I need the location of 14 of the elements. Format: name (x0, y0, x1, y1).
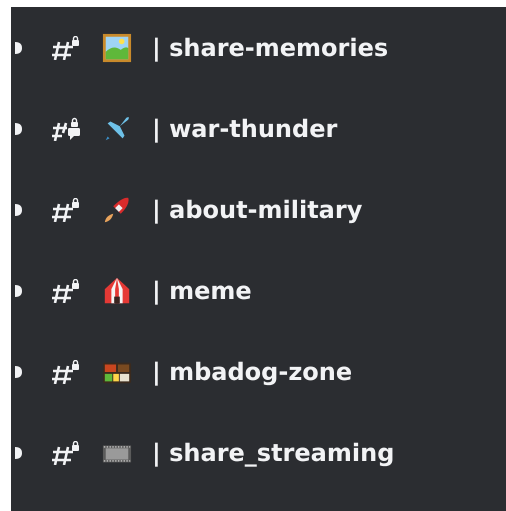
caret-icon[interactable] (15, 366, 22, 378)
channel-name[interactable]: | share-memories (152, 34, 388, 62)
caret-icon[interactable] (15, 284, 22, 296)
channel-name[interactable]: | meme (152, 276, 252, 304)
channel-name[interactable]: | war-thunder (152, 114, 338, 142)
caret-icon[interactable] (15, 122, 22, 134)
channel-name[interactable]: | about-military (152, 196, 362, 224)
framed-picture-icon (102, 32, 132, 62)
circus-tent-icon (102, 276, 132, 306)
channel-name[interactable]: | share_streaming (152, 438, 394, 466)
caret-icon[interactable] (15, 204, 22, 216)
channel-name[interactable]: | mbadog-zone (152, 358, 352, 386)
caret-icon[interactable] (15, 446, 22, 458)
caret-icon[interactable] (15, 42, 22, 54)
